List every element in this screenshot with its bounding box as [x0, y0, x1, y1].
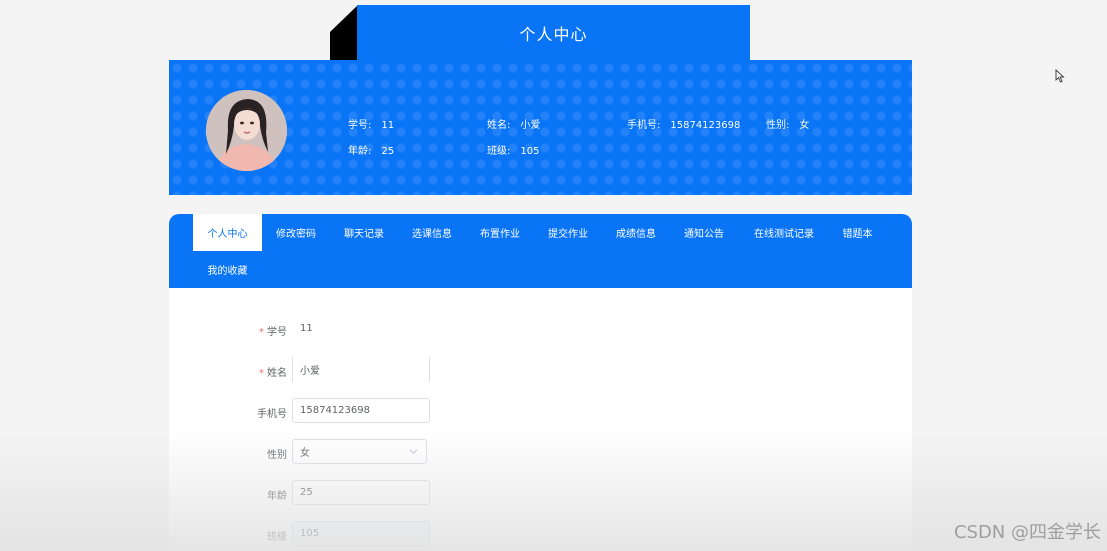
- info-name: 姓名: 小爱: [487, 120, 541, 131]
- tab-assign-homework[interactable]: 布置作业: [466, 214, 534, 251]
- age-input[interactable]: 25: [292, 480, 430, 505]
- tab-online-test-records[interactable]: 在线测试记录: [738, 214, 830, 251]
- info-student-id: 学号: 11: [348, 120, 395, 131]
- info-gender: 性别: 女: [766, 120, 810, 131]
- info-class: 班级: 105: [487, 146, 540, 157]
- tab-submit-homework[interactable]: 提交作业: [534, 214, 602, 251]
- gender-select[interactable]: 女: [292, 439, 427, 464]
- profile-form: * 学号 11 * 姓名 小爱 手机号 15874123698 性别 女 年龄 25…: [169, 288, 912, 551]
- student-id-label: * 学号: [259, 327, 287, 338]
- tab-course-selection[interactable]: 选课信息: [398, 214, 466, 251]
- age-label: 年龄: [267, 491, 287, 502]
- title-notch-decoration: [330, 5, 360, 60]
- name-input[interactable]: 小爱: [292, 357, 430, 382]
- student-id-value: 11: [300, 323, 313, 334]
- tab-change-password[interactable]: 修改密码: [262, 214, 330, 251]
- info-age: 年龄: 25: [348, 146, 395, 157]
- tab-grades[interactable]: 成绩信息: [602, 214, 670, 251]
- gender-label: 性别: [267, 450, 287, 461]
- tab-announcements[interactable]: 通知公告: [670, 214, 738, 251]
- info-phone: 手机号: 15874123698: [627, 120, 741, 131]
- chevron-down-icon: [409, 449, 418, 455]
- mouse-cursor-icon: [1055, 69, 1065, 83]
- watermark: CSDN @四金学长: [953, 522, 1101, 543]
- page-title: 个人中心: [357, 5, 750, 60]
- avatar-image: [206, 90, 287, 171]
- class-label: 班级: [267, 532, 287, 543]
- phone-label: 手机号: [257, 409, 287, 420]
- tab-bar: 个人中心 修改密码 聊天记录 选课信息 布置作业 提交作业 成绩信息 通知公告 …: [169, 214, 912, 288]
- page-title-text: 个人中心: [519, 24, 588, 44]
- tab-personal-center[interactable]: 个人中心: [193, 214, 262, 251]
- tab-chat-records[interactable]: 聊天记录: [330, 214, 398, 251]
- phone-input[interactable]: 15874123698: [292, 398, 430, 423]
- name-label: * 姓名: [259, 368, 287, 379]
- tab-my-favorites[interactable]: 我的收藏: [193, 251, 262, 288]
- class-input[interactable]: 105: [292, 521, 430, 546]
- profile-banner: 学号: 11 姓名: 小爱 手机号: 15874123698 性别: 女 年龄: 25 班…: [169, 60, 912, 195]
- avatar: [206, 90, 287, 171]
- tab-wrong-questions[interactable]: 错题本: [830, 214, 885, 251]
